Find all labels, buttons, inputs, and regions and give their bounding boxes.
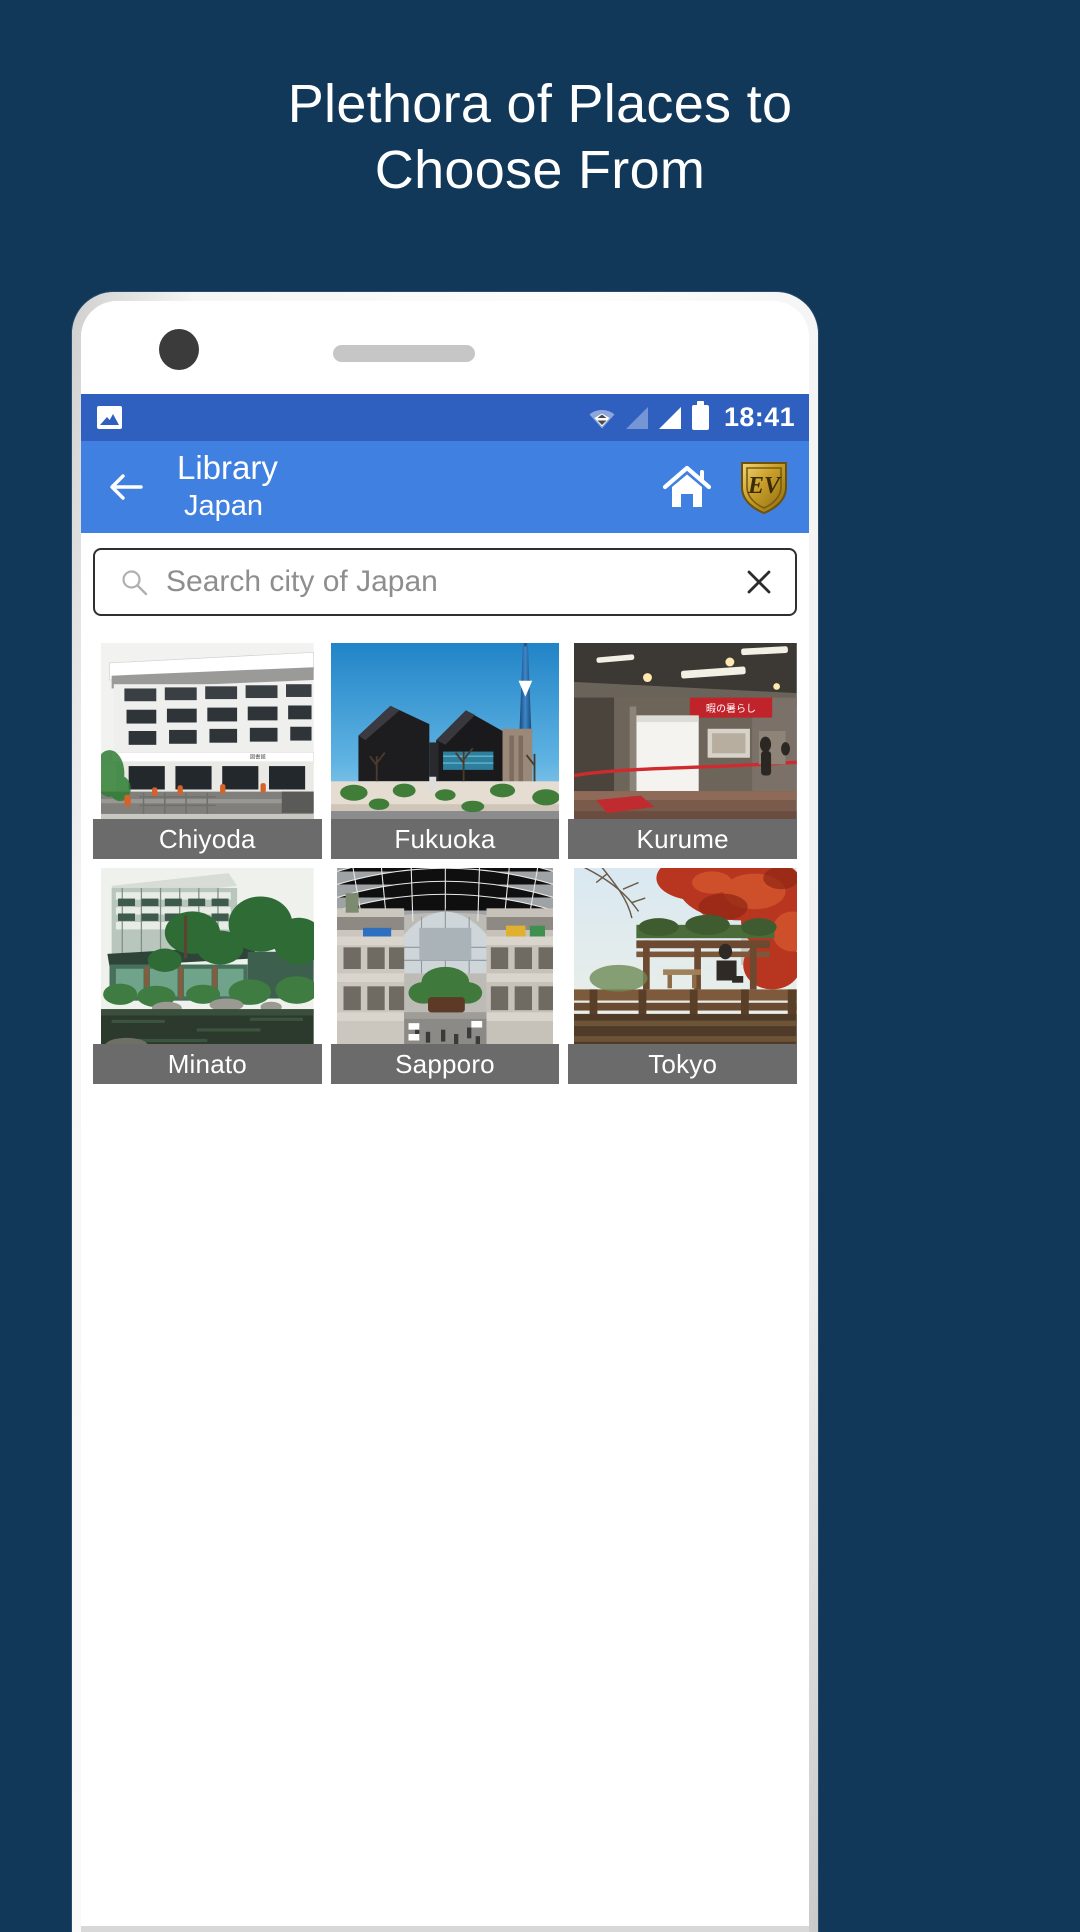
city-card-label: Tokyo [568, 1044, 797, 1084]
phone-screen: 18:41 Library Japan EV Search city of Ja… [81, 301, 809, 1932]
status-bar-clock: 18:41 [723, 402, 795, 432]
page-subtitle: Japan [184, 490, 264, 523]
city-card-chiyoda[interactable]: 図書館 Chiyoda [93, 643, 322, 859]
search-section: Search city of Japan [81, 533, 809, 616]
city-card-fukuoka[interactable]: Fukuoka [330, 643, 560, 859]
city-card-tokyo[interactable]: Tokyo [568, 868, 797, 1084]
phone-bottom-edge [81, 1926, 809, 1932]
front-camera-icon [159, 329, 199, 370]
city-card-label: Kurume [568, 819, 797, 859]
ev-shield-icon[interactable]: EV [739, 459, 789, 515]
back-arrow-icon[interactable] [103, 464, 149, 510]
search-placeholder: Search city of Japan [166, 565, 438, 598]
phone-top-row [81, 301, 809, 394]
city-grid: 図書館 Chiyoda Fukuoka 暇の暑らし Kurume Minato … [81, 643, 809, 1084]
city-card-sapporo[interactable]: Sapporo [330, 868, 560, 1084]
status-bar-system-icons: 18:41 [589, 401, 795, 433]
signal-full-icon [658, 406, 681, 429]
kurume-exhibition-hall: 暇の暑らし [574, 643, 797, 819]
tokyo-autumn-maple [574, 868, 797, 1044]
search-icon [120, 568, 148, 596]
signal-empty-icon [625, 406, 648, 429]
svg-text:図書館: 図書館 [250, 753, 266, 761]
content-area: Search city of Japan 図書館 Chiyoda Fukuoka… [81, 533, 809, 1932]
wifi-icon [589, 407, 615, 429]
image-icon [97, 406, 122, 429]
battery-icon [691, 401, 709, 430]
close-icon[interactable] [743, 566, 775, 598]
city-card-label: Chiyoda [93, 819, 322, 859]
city-card-label: Sapporo [330, 1044, 560, 1084]
city-card-label: Minato [93, 1044, 322, 1084]
promo-headline-line-2: Choose From [374, 139, 706, 200]
chiyoda-library-building: 図書館 [101, 643, 314, 819]
svg-text:暇の暑らし: 暇の暑らし [706, 703, 756, 715]
page-title: Library [177, 449, 278, 487]
city-card-minato[interactable]: Minato [93, 868, 322, 1084]
app-bar: Library Japan EV [81, 441, 809, 533]
sapporo-atrium-mall [336, 868, 554, 1044]
status-bar: 18:41 [81, 394, 809, 441]
promo-headline: Plethora of Places to Choose From [0, 72, 1080, 204]
svg-text:EV: EV [747, 473, 782, 499]
minato-garden-pond [101, 868, 314, 1044]
app-bar-titles: Library Japan [177, 449, 278, 524]
phone-mockup: 18:41 Library Japan EV Search city of Ja… [72, 292, 818, 1932]
city-card-kurume[interactable]: 暇の暑らし Kurume [568, 643, 797, 859]
search-input[interactable]: Search city of Japan [93, 548, 797, 616]
status-bar-notifications [97, 406, 122, 429]
fukuoka-museum-tower [330, 643, 560, 819]
earpiece-speaker [333, 345, 475, 362]
app-bar-actions: EV [661, 459, 793, 515]
home-icon[interactable] [661, 463, 713, 511]
promo-headline-line-1: Plethora of Places to [287, 74, 793, 134]
city-card-label: Fukuoka [330, 819, 560, 859]
